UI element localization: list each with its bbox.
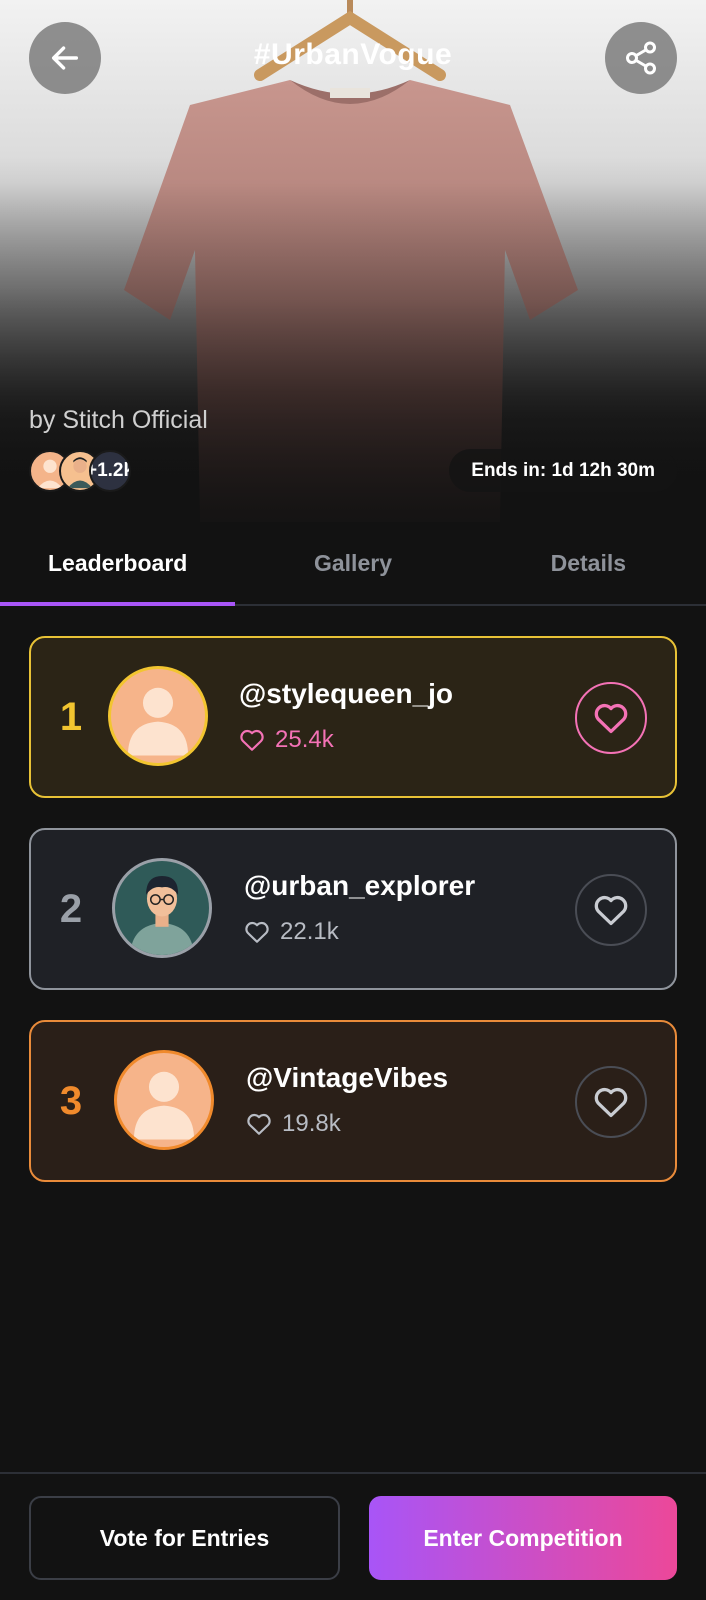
participant-avatars[interactable]: +1.2k: [29, 450, 169, 492]
leaderboard-entry-3[interactable]: 3 @VintageVibes 19.8k: [29, 1020, 677, 1182]
rank-number: 2: [59, 886, 83, 931]
like-button[interactable]: [575, 682, 647, 754]
tab-leaderboard[interactable]: Leaderboard: [0, 522, 236, 606]
heart-icon: [247, 1113, 271, 1135]
entry-likes: 22.1k: [244, 918, 339, 946]
tab-gallery[interactable]: Gallery: [235, 522, 470, 604]
entry-username: @urban_explorer: [244, 870, 476, 901]
entry-avatar: [114, 1050, 214, 1150]
share-button[interactable]: [605, 22, 677, 94]
like-button[interactable]: [575, 874, 647, 946]
competition-title: #UrbanVogue: [253, 38, 453, 71]
ends-in-badge: Ends in: 1d 12h 30m: [449, 449, 677, 492]
leaderboard-entry-1[interactable]: 1 @stylequeen_jo 25.4k: [29, 636, 677, 798]
entry-likes: 25.4k: [239, 726, 334, 754]
heart-icon: [594, 895, 628, 926]
like-button[interactable]: [575, 1066, 647, 1138]
entry-username: @stylequeen_jo: [239, 678, 454, 709]
bottom-action-bar: Vote for Entries Enter Competition: [0, 1472, 706, 1600]
rank-number: 1: [59, 694, 83, 739]
tab-bar: Leaderboard Gallery Details: [0, 522, 706, 606]
entry-avatar: [112, 858, 212, 958]
heart-icon: [245, 921, 269, 943]
heart-icon: [240, 729, 264, 751]
heart-icon: [594, 1087, 628, 1118]
entry-username: @VintageVibes: [246, 1062, 449, 1093]
share-icon: [626, 41, 656, 75]
hero-banner: #UrbanVogue by Stitch Official +1.2k End…: [0, 0, 706, 522]
tab-details[interactable]: Details: [471, 522, 706, 604]
hero-gradient-overlay: [0, 0, 706, 522]
participant-count: +1.2k: [89, 450, 131, 492]
heart-icon: [594, 703, 628, 734]
vote-for-entries-button[interactable]: Vote for Entries: [29, 1496, 340, 1580]
organizer-byline: by Stitch Official: [29, 406, 208, 434]
enter-competition-button[interactable]: Enter Competition: [369, 1496, 677, 1580]
leaderboard-entry-2[interactable]: 2 @urban_explorer 22.1k: [29, 828, 677, 990]
entry-avatar: [108, 666, 208, 766]
entry-likes: 19.8k: [246, 1110, 341, 1138]
rank-number: 3: [59, 1078, 83, 1123]
